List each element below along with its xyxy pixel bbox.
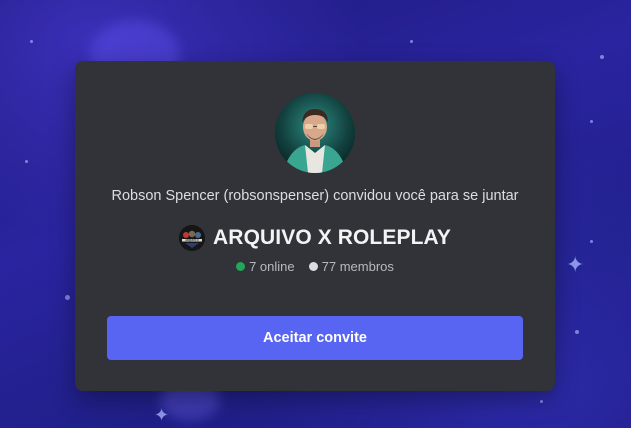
inviter-text: Robson Spencer (robsonspenser) convidou … [111, 188, 519, 204]
online-count-label: 7 online [249, 259, 295, 274]
server-icon: ARQUIVO X [179, 225, 206, 251]
background-star [65, 295, 70, 300]
background-star [540, 400, 543, 403]
background-star [30, 40, 33, 43]
background-star [410, 40, 413, 43]
members-status-icon [308, 262, 318, 271]
avatar-image [275, 93, 355, 173]
invite-card: Robson Spencer (robsonspenser) convidou … [75, 61, 555, 391]
server-stats: 7 online 77 membros [75, 259, 555, 274]
server-logo-icon: ARQUIVO X [179, 225, 206, 251]
background-star [590, 240, 593, 243]
server-header: ARQUIVO X ARQUIVO X ROLEPLAY [75, 225, 555, 251]
sparkle-icon: ✦ [566, 252, 585, 277]
server-name: ARQUIVO X ROLEPLAY [213, 226, 451, 249]
inviter-avatar [275, 93, 355, 173]
background-star [25, 160, 28, 163]
accept-invite-button[interactable]: Aceitar convite [107, 316, 523, 360]
sparkle-icon: ✦ [154, 405, 170, 425]
background-star [590, 120, 593, 123]
member-count-label: 77 membros [321, 259, 394, 274]
server-logo-text: ARQUIVO X [185, 239, 199, 242]
background-star [575, 330, 579, 334]
background-star [600, 55, 604, 59]
member-count: 77 membros [308, 259, 394, 274]
online-status-icon [236, 262, 246, 271]
online-count: 7 online [236, 259, 295, 274]
